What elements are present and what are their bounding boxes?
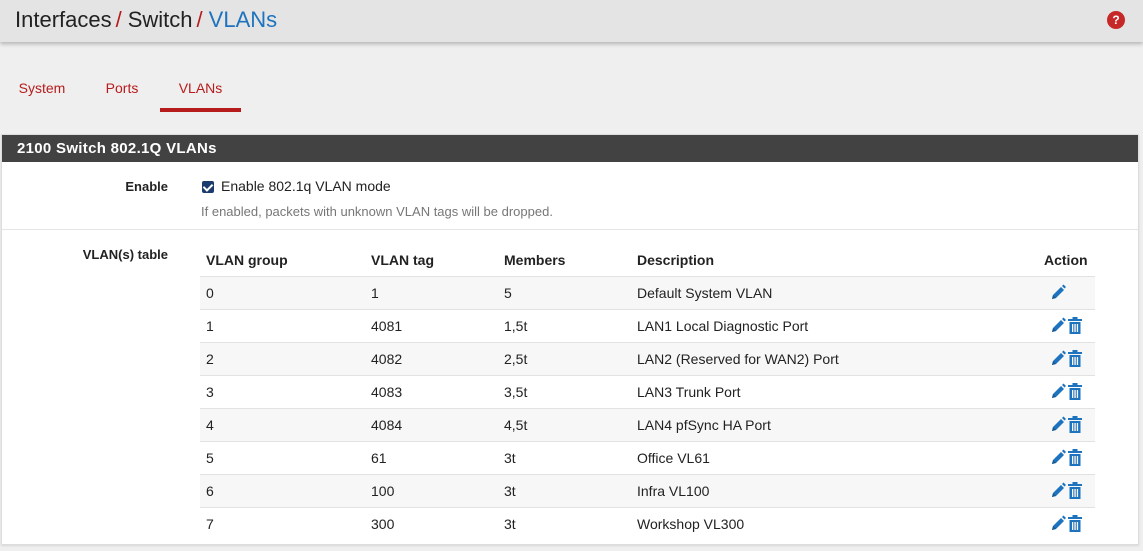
cell-vlan-tag: 4084	[371, 417, 403, 433]
pencil-icon[interactable]	[1049, 316, 1067, 336]
pencil-icon[interactable]	[1049, 514, 1067, 534]
cell-vlan-group: 6	[206, 483, 214, 499]
cell-vlan-group: 2	[206, 351, 214, 367]
cell-vlan-tag: 300	[371, 516, 395, 532]
header-vlan-tag: VLAN tag	[371, 252, 434, 268]
cell-vlan-tag: 4083	[371, 384, 403, 400]
trash-icon[interactable]	[1066, 514, 1084, 534]
cell-vlan-group: 1	[206, 318, 214, 334]
table-header: VLAN group VLAN tag Members Description …	[200, 243, 1095, 276]
cell-members: 3t	[504, 516, 516, 532]
vlan-table-label: VLAN(s) table	[82, 247, 168, 262]
cell-description: LAN4 pfSync HA Port	[637, 417, 771, 433]
cell-vlan-tag: 100	[371, 483, 395, 499]
table-row: 3 4083 3,5t LAN3 Trunk Port	[200, 375, 1095, 408]
cell-vlan-group: 4	[206, 417, 214, 433]
cell-description: LAN3 Trunk Port	[637, 384, 741, 400]
pencil-icon[interactable]	[1049, 283, 1067, 303]
cell-description: LAN1 Local Diagnostic Port	[637, 318, 809, 334]
cell-description: Default System VLAN	[637, 285, 773, 301]
table-row: 2 4082 2,5t LAN2 (Reserved for WAN2) Port	[200, 342, 1095, 375]
trash-icon[interactable]	[1066, 316, 1084, 336]
cell-vlan-tag: 4082	[371, 351, 403, 367]
cell-vlan-group: 7	[206, 516, 214, 532]
pencil-icon[interactable]	[1049, 481, 1067, 501]
trash-icon[interactable]	[1066, 448, 1084, 468]
breadcrumb: Interfaces / Switch / VLANs	[15, 7, 277, 33]
enable-checkbox-label[interactable]: Enable 802.1q VLAN mode	[221, 178, 391, 194]
pencil-icon[interactable]	[1049, 448, 1067, 468]
cell-vlan-group: 3	[206, 384, 214, 400]
cell-members: 1,5t	[504, 318, 528, 334]
pencil-icon[interactable]	[1049, 415, 1067, 435]
breadcrumb-separator: /	[115, 7, 122, 32]
trash-icon[interactable]	[1066, 349, 1084, 369]
table-body: 0 1 5 Default System VLAN 1 4081 1,5t LAN1 Loca…	[200, 276, 1095, 540]
pencil-icon[interactable]	[1049, 349, 1067, 369]
row-actions	[1049, 283, 1089, 303]
table-row: 6 100 3t Infra VL100	[200, 474, 1095, 507]
panel-title: 2100 Switch 802.1Q VLANs	[2, 135, 1138, 162]
breadcrumb-vlans[interactable]: VLANs	[209, 7, 277, 32]
divider	[2, 229, 1138, 230]
tab-label: System	[18, 80, 66, 96]
cell-description: LAN2 (Reserved for WAN2) Port	[637, 351, 839, 367]
pencil-icon[interactable]	[1049, 382, 1067, 402]
tab-vlans[interactable]: VLANs	[160, 72, 241, 112]
cell-members: 2,5t	[504, 351, 528, 367]
cell-vlan-group: 0	[206, 285, 214, 301]
tab-label: Ports	[105, 80, 139, 96]
header-action: Action	[1044, 252, 1088, 268]
help-icon[interactable]: ?	[1107, 11, 1125, 29]
header-vlan-group: VLAN group	[206, 252, 288, 268]
enable-hint: If enabled, packets with unknown VLAN ta…	[201, 204, 553, 219]
trash-icon[interactable]	[1066, 481, 1084, 501]
table-row: 1 4081 1,5t LAN1 Local Diagnostic Port	[200, 309, 1095, 342]
breadcrumb-interfaces[interactable]: Interfaces	[15, 7, 112, 32]
enable-vlan-checkbox[interactable]	[202, 181, 214, 193]
cell-description: Workshop VL300	[637, 516, 745, 532]
cell-vlan-tag: 4081	[371, 318, 403, 334]
cell-description: Office VL61	[637, 450, 710, 466]
cell-vlan-tag: 1	[371, 285, 379, 301]
tab-ports[interactable]: Ports	[94, 72, 150, 112]
cell-vlan-group: 5	[206, 450, 214, 466]
cell-members: 4,5t	[504, 417, 528, 433]
header-members: Members	[504, 252, 566, 268]
trash-icon[interactable]	[1066, 415, 1084, 435]
row-actions	[1049, 514, 1089, 534]
cell-members: 5	[504, 285, 512, 301]
tab-bar: System Ports VLANs	[0, 72, 1143, 112]
table-row: 4 4084 4,5t LAN4 pfSync HA Port	[200, 408, 1095, 441]
tab-label: VLANs	[178, 80, 223, 96]
cell-vlan-tag: 61	[371, 450, 387, 466]
cell-description: Infra VL100	[637, 483, 710, 499]
vlan-panel: 2100 Switch 802.1Q VLANs Enable Enable 8…	[1, 134, 1139, 545]
page-header: Interfaces / Switch / VLANs ?	[0, 0, 1143, 42]
header-description: Description	[637, 252, 715, 268]
row-actions	[1049, 349, 1089, 369]
enable-label: Enable	[125, 179, 168, 194]
table-row: 5 61 3t Office VL61	[200, 441, 1095, 474]
row-actions	[1049, 415, 1089, 435]
table-row: 7 300 3t Workshop VL300	[200, 507, 1095, 540]
row-actions	[1049, 382, 1089, 402]
vlan-table: VLAN group VLAN tag Members Description …	[200, 243, 1095, 540]
breadcrumb-switch[interactable]: Switch	[128, 7, 193, 32]
cell-members: 3,5t	[504, 384, 528, 400]
tab-system[interactable]: System	[10, 72, 74, 112]
row-actions	[1049, 481, 1089, 501]
breadcrumb-separator: /	[196, 7, 203, 32]
row-actions	[1049, 448, 1089, 468]
trash-icon[interactable]	[1066, 382, 1084, 402]
table-row: 0 1 5 Default System VLAN	[200, 276, 1095, 309]
row-actions	[1049, 316, 1089, 336]
cell-members: 3t	[504, 450, 516, 466]
cell-members: 3t	[504, 483, 516, 499]
